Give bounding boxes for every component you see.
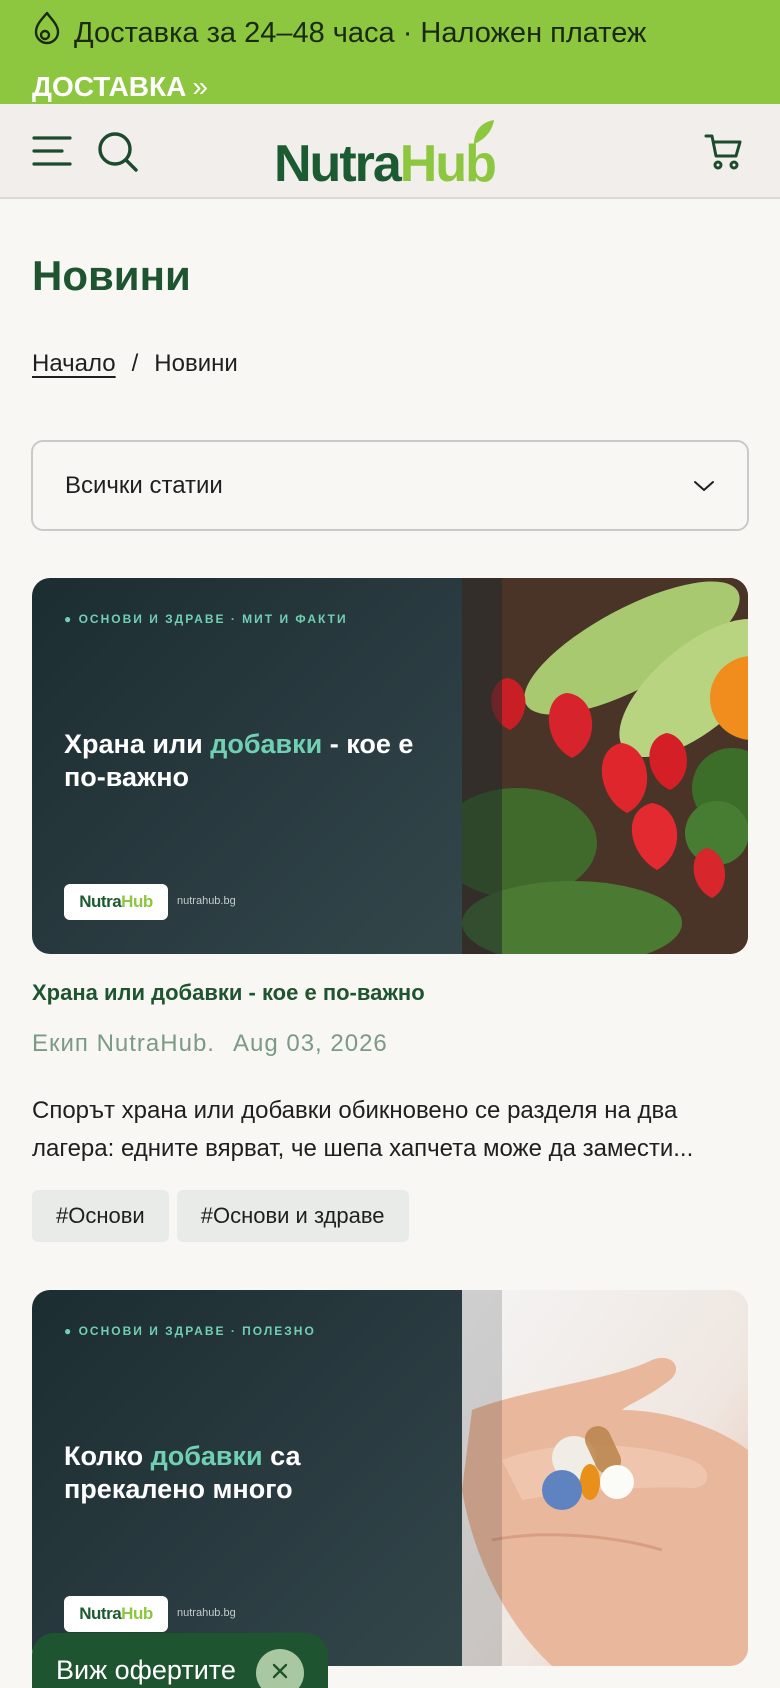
post-image-kicker: ● ОСНОВИ И ЗДРАВЕ · МИТ И ФАКТИ [64, 612, 348, 626]
close-button[interactable] [256, 1649, 304, 1688]
site-header: NutraHub [0, 104, 780, 199]
close-icon [271, 1662, 289, 1685]
search-button[interactable] [96, 130, 140, 179]
offers-label[interactable]: Виж офертите [56, 1655, 236, 1686]
breadcrumb-current: Новини [154, 350, 238, 377]
post-tags: #Основи #Основи и здраве [32, 1190, 409, 1242]
post-date: Aug 03, 2026 [232, 1030, 388, 1057]
page-title: Новини [32, 252, 191, 299]
post-image-title: Храна или добавки - кое е по-важно [64, 729, 414, 792]
post-image-title: Колко добавки са прекалено много [64, 1441, 301, 1504]
post-image-site: nutrahub.bg [177, 895, 236, 907]
post-image-logo-badge: Nutra Hub [64, 884, 168, 920]
tag-link[interactable]: #Основи и здраве [176, 1190, 409, 1242]
vegetables-photo [462, 578, 748, 954]
post-image-kicker: ● ОСНОВИ И ЗДРАВЕ · ПОЛЕЗНО [64, 1324, 316, 1338]
post-excerpt: Спорът храна или добавки обикновено се р… [32, 1097, 694, 1162]
delivery-link-label[interactable]: ДОСТАВКА [32, 71, 186, 103]
post-image-panel: ● ОСНОВИ И ЗДРАВЕ · МИТ И ФАКТИ Храна ил… [32, 578, 462, 954]
menu-icon [32, 136, 74, 172]
search-icon [96, 132, 140, 178]
post-meta: Екип NutraHub. Aug 03, 2026 [32, 1030, 388, 1058]
delivery-icon [32, 10, 62, 55]
tag-link[interactable]: #Основи [32, 1190, 169, 1242]
offers-floating-button[interactable]: Виж офертите [32, 1633, 328, 1688]
chevron-right-icon: » [192, 71, 208, 102]
post-image-site: nutrahub.bg [177, 1607, 236, 1619]
category-select[interactable]: Всички статии [31, 440, 749, 531]
breadcrumb-separator: / [131, 350, 139, 377]
logo-text: NutraHub [274, 135, 497, 193]
post-title-link[interactable]: Храна или добавки - кое е по-важно [32, 980, 425, 1006]
menu-button[interactable] [32, 134, 74, 173]
chevron-down-icon [693, 472, 715, 500]
announcement-bar: Доставка за 24–48 часа · Наложен платеж … [0, 0, 780, 104]
post-image[interactable]: ● ОСНОВИ И ЗДРАВЕ · МИТ И ФАКТИ Храна ил… [32, 578, 748, 954]
pills-hand-photo [462, 1290, 748, 1666]
delivery-link[interactable]: ДОСТАВКА » [32, 71, 748, 103]
cart-button[interactable] [704, 132, 744, 177]
announcement-text: Доставка за 24–48 часа · Наложен платеж [74, 16, 647, 49]
post-author: Екип NutraHub. [32, 1030, 215, 1057]
cart-icon [704, 134, 744, 176]
post-image-panel: ● ОСНОВИ И ЗДРАВЕ · ПОЛЕЗНО Колко добавк… [32, 1290, 462, 1666]
post-image-logo-badge: Nutra Hub [64, 1596, 168, 1632]
breadcrumb: Начало / Новини [32, 350, 238, 378]
post-image[interactable]: ● ОСНОВИ И ЗДРАВЕ · ПОЛЕЗНО Колко добавк… [32, 1290, 748, 1666]
category-select-value: Всички статии [65, 471, 223, 499]
logo[interactable]: NutraHub [274, 118, 514, 192]
announcement-row: Доставка за 24–48 часа · Наложен платеж [32, 10, 748, 55]
breadcrumb-home-link[interactable]: Начало [32, 350, 116, 378]
